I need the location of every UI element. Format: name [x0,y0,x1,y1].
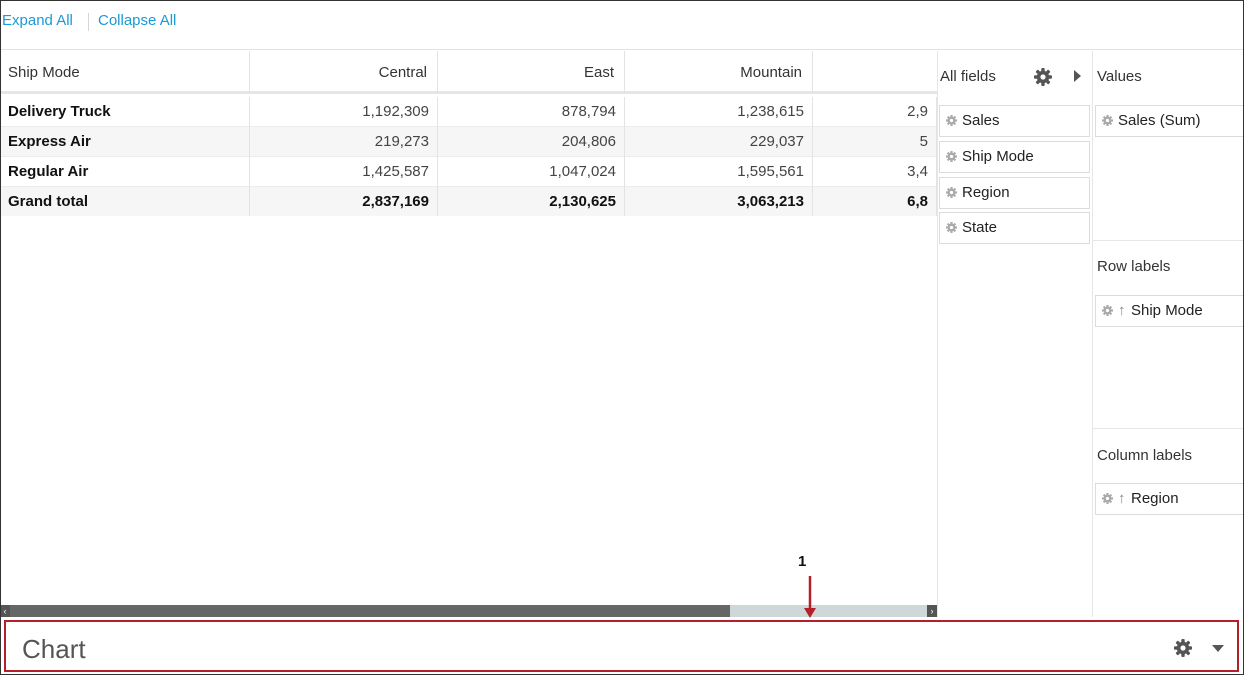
caret-down-icon[interactable] [1212,645,1224,652]
table-cell: 204,806 [438,127,625,157]
field-gear-icon [946,151,957,162]
arrow-up-icon[interactable]: ↑ [1118,296,1128,326]
column-header-mountain[interactable]: Mountain [625,51,813,94]
table-row: Delivery Truck 1,192,309 878,794 1,238,6… [0,97,937,127]
table-row: Regular Air 1,425,587 1,047,024 1,595,56… [0,157,937,187]
field-gear-icon [946,187,957,198]
field-label: Sales (Sum) [1118,112,1201,129]
field-gear-icon [946,115,957,126]
field-item-ship-mode[interactable]: Ship Mode [939,141,1090,173]
scrollbar-thumb[interactable] [10,605,730,617]
column-labels-title: Column labels [1097,447,1193,464]
chart-title: Chart [22,634,86,664]
table-cell: 1,192,309 [250,97,438,127]
values-title: Values [1097,68,1142,85]
column-header-west[interactable] [813,51,937,94]
column-header-ship-mode[interactable]: Ship Mode [0,51,250,94]
total-cell: 3,063,213 [625,187,813,216]
field-label: Ship Mode [1131,302,1203,319]
chart-section[interactable]: Chart [4,620,1239,672]
table-cell: 219,273 [250,127,438,157]
table-cell: 3,4 [813,157,937,187]
gear-icon[interactable] [1033,67,1053,87]
panel-divider [1093,428,1244,429]
expand-all-link[interactable]: Expand All [2,12,73,29]
table-cell: 5 [813,127,937,157]
arrow-up-icon[interactable]: ↑ [1118,484,1128,514]
scroll-right-icon[interactable]: › [927,605,937,617]
row-label[interactable]: Express Air [0,127,250,157]
gear-icon[interactable] [1173,638,1193,658]
row-label[interactable]: Delivery Truck [0,97,250,127]
row-labels-title: Row labels [1097,258,1171,275]
table-cell: 229,037 [625,127,813,157]
row-labels-item-ship-mode[interactable]: ↑ Ship Mode [1095,295,1244,327]
panel-divider [1092,51,1093,617]
table-header-row: Ship Mode Central East Mountain [0,51,937,94]
table-cell: 2,9 [813,97,937,127]
row-label[interactable]: Regular Air [0,157,250,187]
column-header-east[interactable]: East [438,51,625,94]
pivot-table: Ship Mode Central East Mountain Delivery… [0,51,937,216]
total-cell: 2,837,169 [250,187,438,216]
horizontal-scrollbar[interactable]: ‹ › [0,605,937,617]
triangle-right-icon[interactable] [1074,70,1081,82]
collapse-all-link[interactable]: Collapse All [98,12,176,29]
field-label: Region [962,184,1010,201]
callout-number: 1 [798,553,807,570]
values-item-sales-sum[interactable]: Sales (Sum) [1095,105,1244,137]
field-label: Region [1131,490,1179,507]
table-cell: 1,238,615 [625,97,813,127]
field-label: State [962,219,998,236]
field-gear-icon [1102,493,1113,504]
all-fields-title: All fields [940,68,996,85]
field-label: Sales [962,112,1000,129]
toolbar-separator [88,13,89,31]
total-cell: 6,8 [813,187,937,216]
table-cell: 1,595,561 [625,157,813,187]
field-item-state[interactable]: State [939,212,1090,244]
field-item-region[interactable]: Region [939,177,1090,209]
row-label: Grand total [0,187,250,216]
field-gear-icon [1102,115,1113,126]
field-gear-icon [946,222,957,233]
table-cell: 1,047,024 [438,157,625,187]
callout-arrow-icon [804,576,816,618]
panel-divider [1093,240,1244,241]
toolbar: Expand All Collapse All [0,0,1244,50]
scroll-left-icon[interactable]: ‹ [0,605,10,617]
grand-total-row: Grand total 2,837,169 2,130,625 3,063,21… [0,187,937,216]
table-cell: 1,425,587 [250,157,438,187]
column-labels-item-region[interactable]: ↑ Region [1095,483,1244,515]
total-cell: 2,130,625 [438,187,625,216]
panel-divider [937,51,938,617]
field-item-sales[interactable]: Sales [939,105,1090,137]
field-label: Ship Mode [962,148,1034,165]
table-row: Express Air 219,273 204,806 229,037 5 [0,127,937,157]
table-cell: 878,794 [438,97,625,127]
column-header-central[interactable]: Central [250,51,438,94]
field-gear-icon [1102,305,1113,316]
